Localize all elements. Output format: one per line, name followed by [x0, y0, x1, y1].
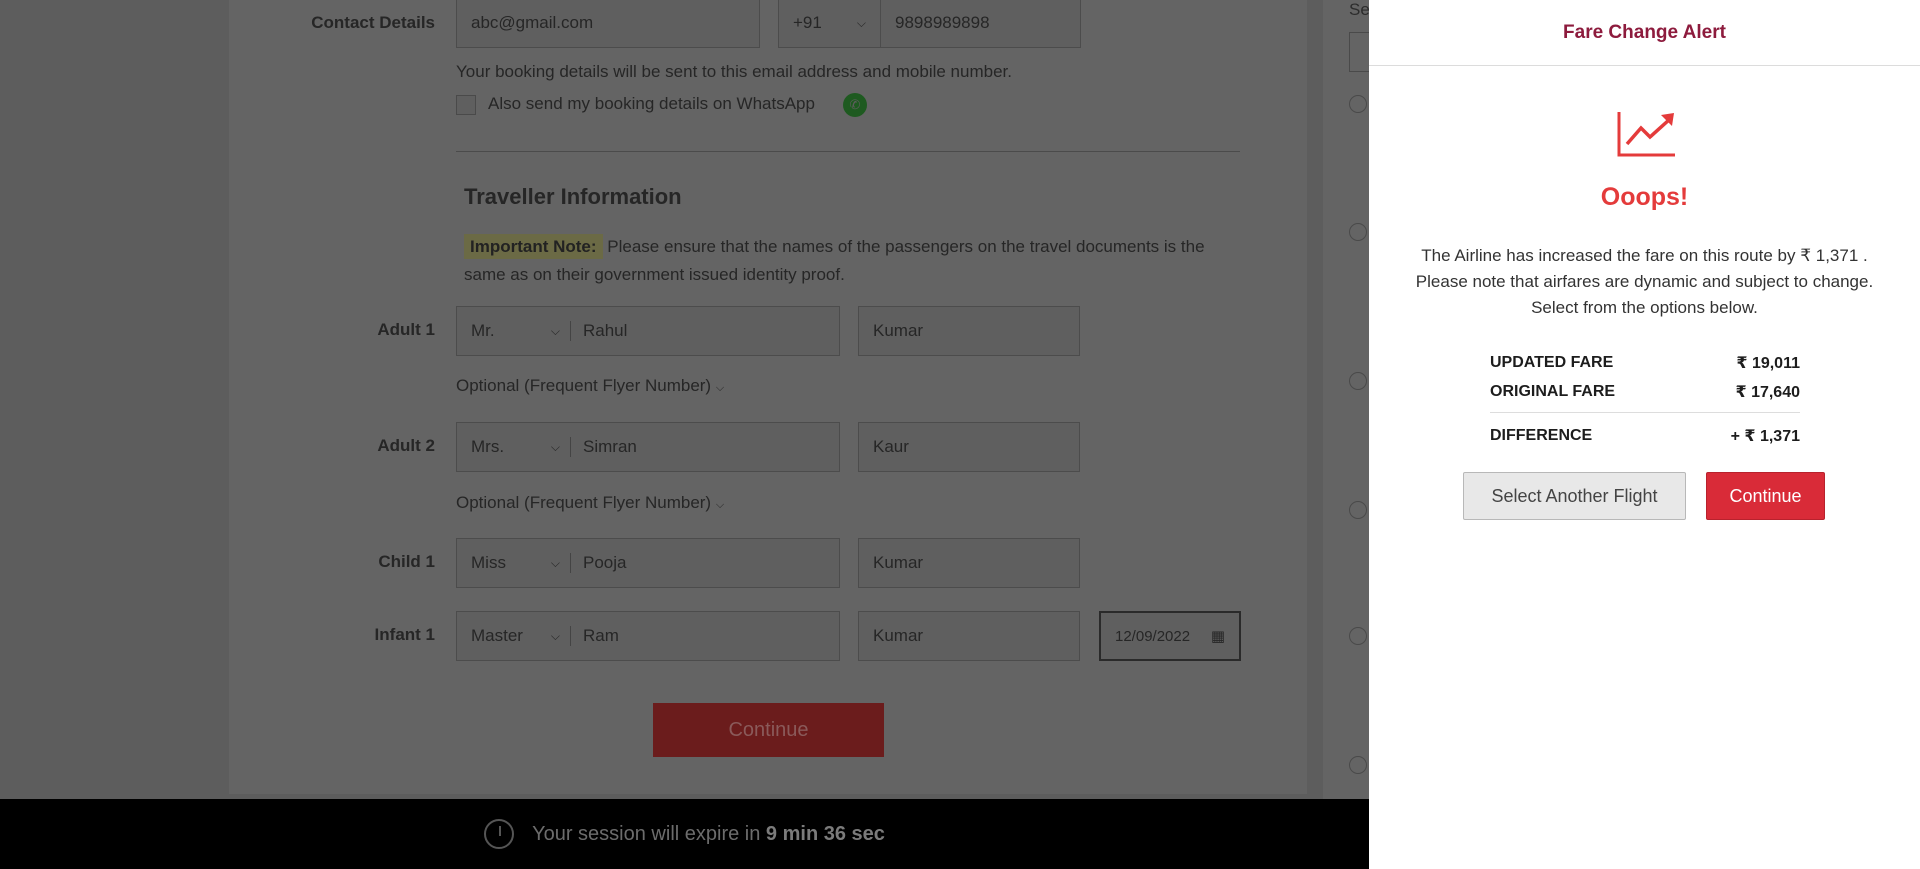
- side-radio[interactable]: [1349, 756, 1367, 774]
- modal-continue-button[interactable]: Continue: [1706, 472, 1825, 520]
- difference-label: DIFFERENCE: [1490, 426, 1593, 444]
- title-select[interactable]: Mr. ⌵: [471, 321, 571, 341]
- dob-value: 12/09/2022: [1115, 627, 1191, 645]
- side-select-label: Se: [1349, 0, 1370, 19]
- last-name-field[interactable]: Kumar: [858, 611, 1080, 661]
- first-name-field[interactable]: Simran: [583, 437, 637, 457]
- fare-change-message: The Airline has increased the fare on th…: [1389, 243, 1900, 321]
- session-time: 9 min 36 sec: [765, 822, 885, 845]
- name-group: Miss ⌵ Pooja: [456, 538, 840, 588]
- chevron-down-icon: ⌵: [550, 555, 560, 570]
- ffn-label: Optional (Frequent Flyer Number): [456, 376, 712, 395]
- original-fare-row: ORIGINAL FARE ₹ 17,640: [1490, 377, 1800, 406]
- session-prefix: Your session will expire in: [532, 822, 761, 845]
- title-select[interactable]: Mrs. ⌵: [471, 437, 571, 457]
- chevron-down-icon: ⌵: [856, 15, 866, 30]
- difference-value: + ₹ 1,371: [1730, 427, 1800, 445]
- fare-divider: [1490, 412, 1800, 413]
- message-line: The Airline has increased the fare on th…: [1421, 246, 1868, 265]
- divider: [456, 151, 1240, 152]
- clock-icon: [484, 819, 515, 849]
- session-timer-bar: Your session will expire in 9 min 36 sec: [0, 799, 1369, 869]
- dob-field[interactable]: 12/09/2022 ▦: [1099, 611, 1241, 661]
- title-select[interactable]: Miss ⌵: [471, 553, 571, 573]
- difference-row: DIFFERENCE + ₹ 1,371: [1490, 421, 1800, 450]
- name-group: Master ⌵ Ram: [456, 611, 840, 661]
- ffn-label: Optional (Frequent Flyer Number): [456, 493, 712, 512]
- side-radio[interactable]: [1349, 501, 1367, 519]
- updated-fare-label: UPDATED FARE: [1490, 353, 1614, 371]
- session-message: Your session will expire in 9 min 36 sec: [532, 823, 885, 846]
- traveller-label: Child 1: [378, 552, 435, 571]
- traveller-label: Infant 1: [374, 625, 435, 644]
- original-fare-value: ₹ 17,640: [1735, 383, 1800, 401]
- important-note-tag: Important Note:: [464, 234, 603, 259]
- last-name-value: Kumar: [873, 553, 924, 572]
- fare-change-modal: Fare Change Alert Ooops! The Airline has…: [1369, 0, 1920, 869]
- email-value: abc@gmail.com: [471, 13, 594, 32]
- last-name-value: Kaur: [873, 437, 909, 456]
- chevron-down-icon: ⌵: [550, 439, 560, 454]
- fare-summary-table: UPDATED FARE ₹ 19,011 ORIGINAL FARE ₹ 17…: [1490, 348, 1800, 450]
- whatsapp-checkbox[interactable]: [456, 95, 476, 115]
- title-value: Mrs.: [471, 437, 505, 456]
- chevron-down-icon: ⌵: [715, 382, 725, 394]
- message-line: Select from the options below.: [1531, 298, 1758, 317]
- last-name-field[interactable]: Kaur: [858, 422, 1080, 472]
- name-group: Mr. ⌵ Rahul: [456, 306, 840, 356]
- first-name-field[interactable]: Ram: [583, 626, 619, 646]
- updated-fare-value: ₹ 19,011: [1736, 354, 1800, 372]
- chevron-down-icon: ⌵: [550, 323, 560, 338]
- side-radio[interactable]: [1349, 223, 1367, 241]
- traveller-label: Adult 2: [377, 436, 435, 455]
- title-select[interactable]: Master ⌵: [471, 626, 571, 646]
- name-group: Mrs. ⌵ Simran: [456, 422, 840, 472]
- select-another-flight-button[interactable]: Select Another Flight: [1463, 472, 1686, 520]
- booking-note: Your booking details will be sent to thi…: [456, 62, 1012, 81]
- side-radio[interactable]: [1349, 627, 1367, 645]
- mobile-value: 9898989898: [895, 13, 990, 32]
- side-radio[interactable]: [1349, 95, 1367, 113]
- calendar-icon[interactable]: ▦: [1211, 627, 1225, 645]
- contact-details-label: Contact Details: [311, 13, 435, 32]
- title-value: Mr.: [471, 321, 495, 340]
- traveller-label: Adult 1: [377, 320, 435, 339]
- trend-up-icon: [1617, 112, 1675, 157]
- chevron-down-icon: ⌵: [715, 499, 725, 511]
- updated-fare-row: UPDATED FARE ₹ 19,011: [1490, 348, 1800, 377]
- mobile-field[interactable]: 9898989898: [880, 0, 1081, 48]
- frequent-flyer-toggle[interactable]: Optional (Frequent Flyer Number) ⌵: [456, 376, 724, 396]
- oops-heading: Ooops!: [1600, 183, 1689, 211]
- side-radio[interactable]: [1349, 372, 1367, 390]
- important-note: Important Note: Please ensure that the n…: [464, 233, 1244, 289]
- first-name-field[interactable]: Pooja: [583, 553, 626, 573]
- message-line: Please note that airfares are dynamic an…: [1415, 272, 1874, 291]
- title-value: Miss: [471, 553, 506, 572]
- email-field[interactable]: abc@gmail.com: [456, 0, 760, 48]
- first-name-field[interactable]: Rahul: [583, 321, 627, 341]
- country-code-value: +91: [793, 13, 822, 32]
- traveller-info-heading: Traveller Information: [464, 184, 682, 209]
- booking-form-card: [229, 0, 1307, 794]
- whatsapp-icon: ✆: [843, 93, 867, 117]
- form-continue-button[interactable]: Continue: [653, 703, 884, 757]
- last-name-field[interactable]: Kumar: [858, 306, 1080, 356]
- whatsapp-label: Also send my booking details on WhatsApp: [488, 94, 815, 113]
- title-value: Master: [471, 626, 523, 645]
- last-name-value: Kumar: [873, 321, 924, 340]
- chevron-down-icon: ⌵: [550, 628, 560, 643]
- modal-title: Fare Change Alert: [1563, 21, 1726, 43]
- frequent-flyer-toggle[interactable]: Optional (Frequent Flyer Number) ⌵: [456, 493, 724, 513]
- original-fare-label: ORIGINAL FARE: [1490, 382, 1616, 400]
- last-name-value: Kumar: [873, 626, 924, 645]
- last-name-field[interactable]: Kumar: [858, 538, 1080, 588]
- modal-header: Fare Change Alert: [1369, 0, 1920, 66]
- country-code-select[interactable]: +91 ⌵: [778, 0, 881, 48]
